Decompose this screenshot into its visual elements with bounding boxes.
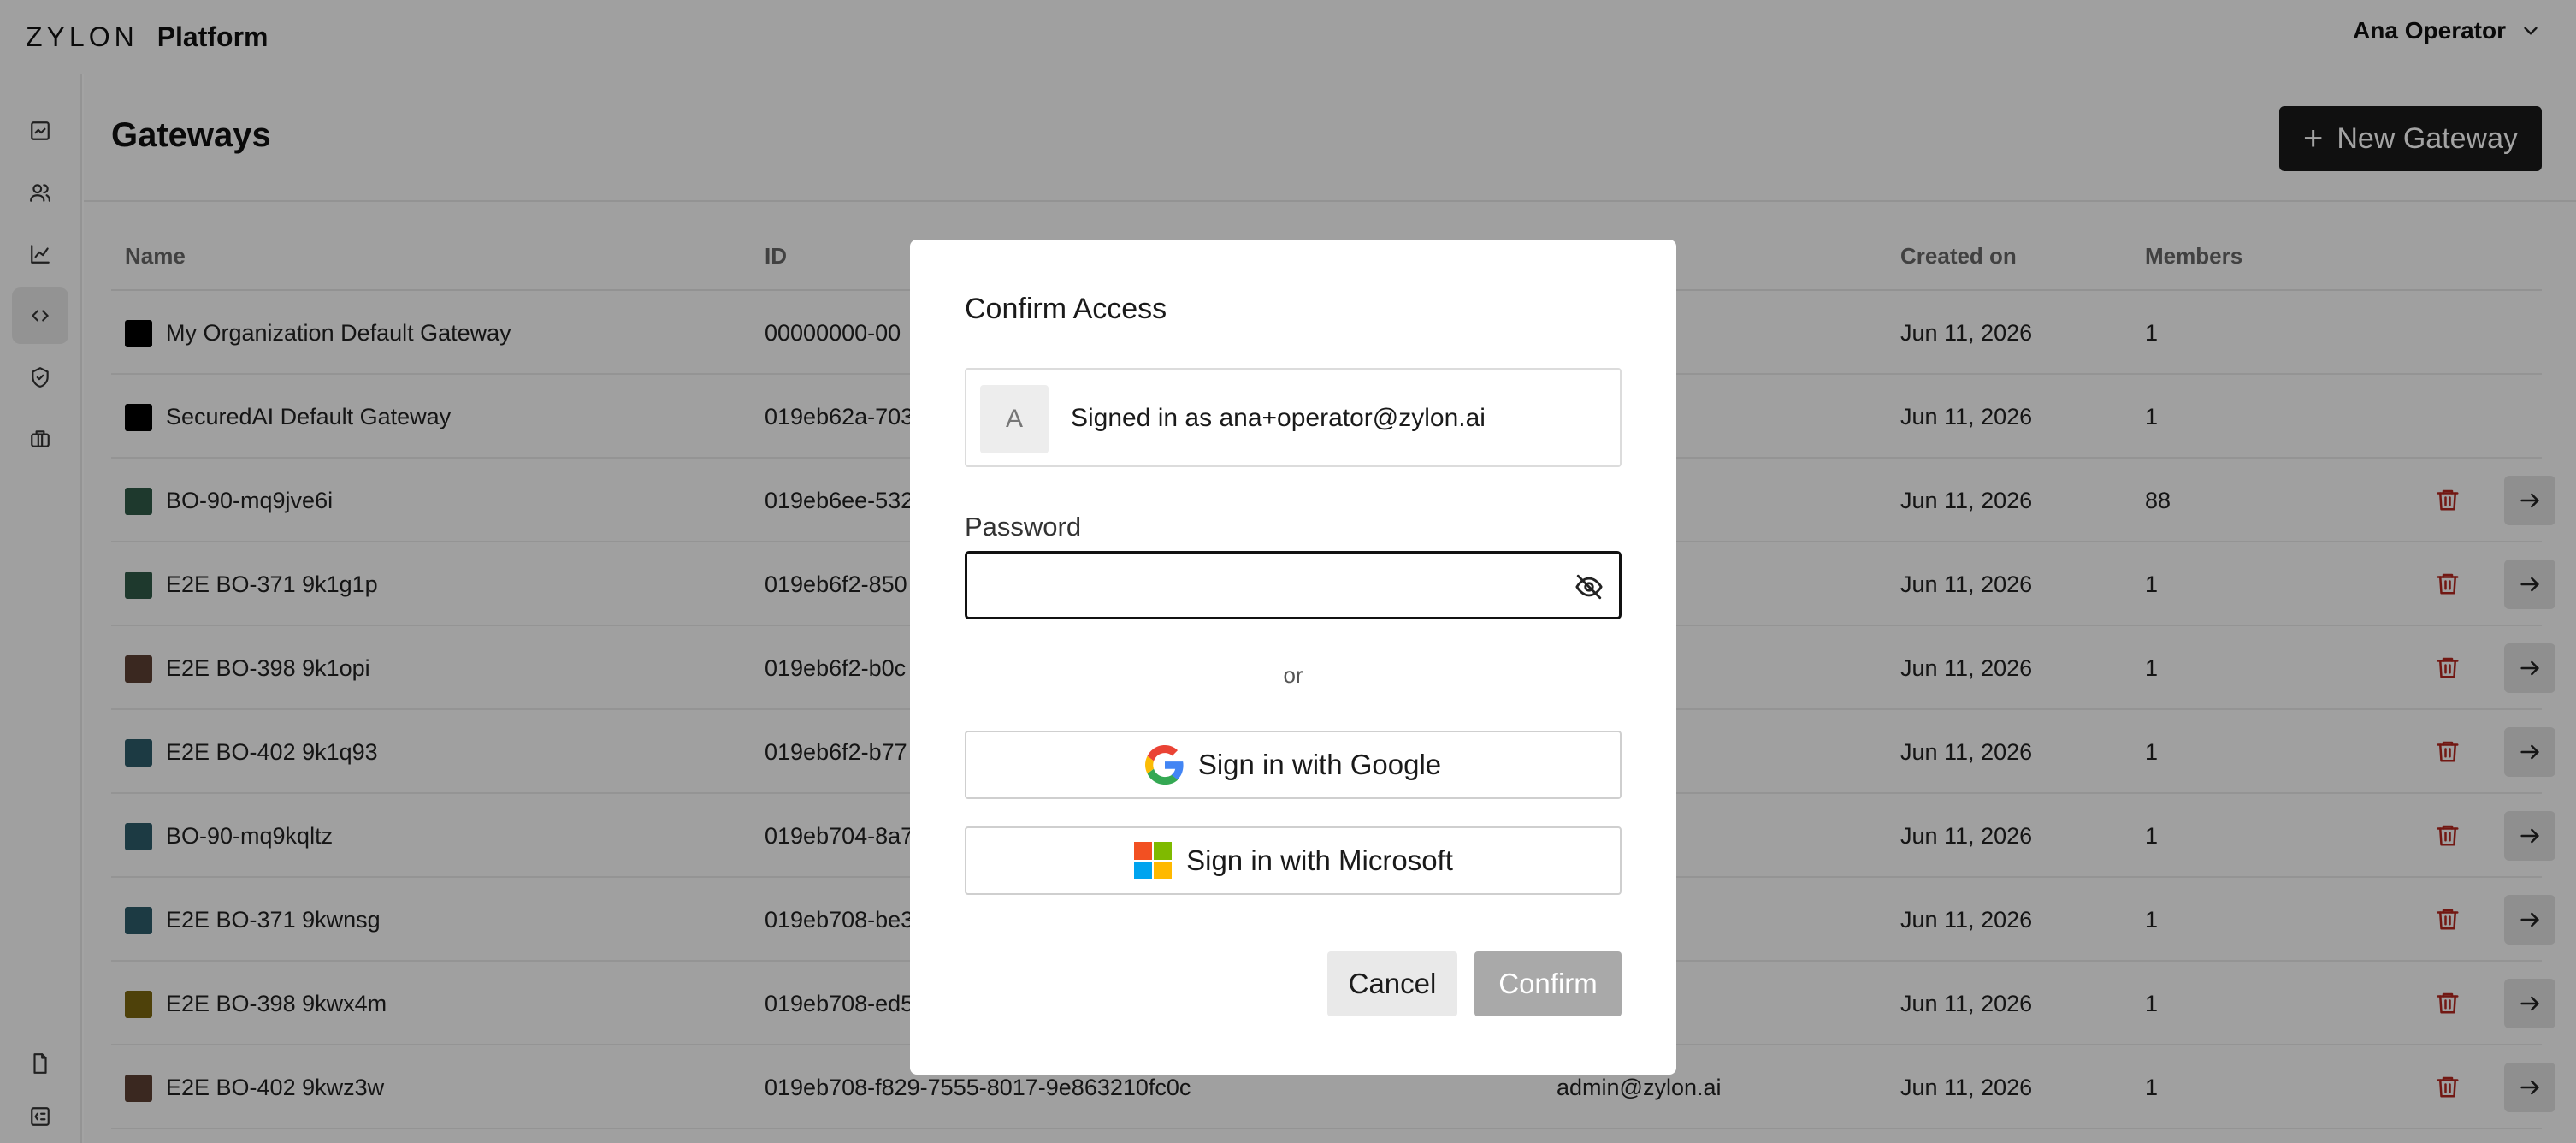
or-divider: or — [1283, 662, 1303, 688]
google-signin-label: Sign in with Google — [1197, 749, 1442, 780]
confirm-access-dialog: Confirm Access A Signed in as ana+operat… — [910, 240, 1676, 1075]
avatar: A — [980, 385, 1049, 453]
google-signin-button[interactable]: Sign in with Google — [965, 731, 1622, 799]
microsoft-signin-label: Sign in with Microsoft — [1186, 844, 1453, 876]
microsoft-icon — [1134, 842, 1173, 879]
password-label: Password — [965, 512, 1082, 542]
confirm-button[interactable]: Confirm — [1474, 951, 1622, 1016]
cancel-button[interactable]: Cancel — [1327, 951, 1457, 1016]
microsoft-signin-button[interactable]: Sign in with Microsoft — [965, 826, 1622, 895]
password-field[interactable] — [965, 551, 1622, 619]
signed-in-text: Signed in as ana+operator@zylon.ai — [1071, 404, 1486, 432]
eye-off-icon[interactable] — [1575, 572, 1604, 601]
dialog-title: Confirm Access — [965, 293, 1167, 325]
password-input[interactable] — [981, 562, 1528, 610]
signed-in-account: A Signed in as ana+operator@zylon.ai — [965, 368, 1622, 467]
google-icon — [1144, 745, 1184, 785]
